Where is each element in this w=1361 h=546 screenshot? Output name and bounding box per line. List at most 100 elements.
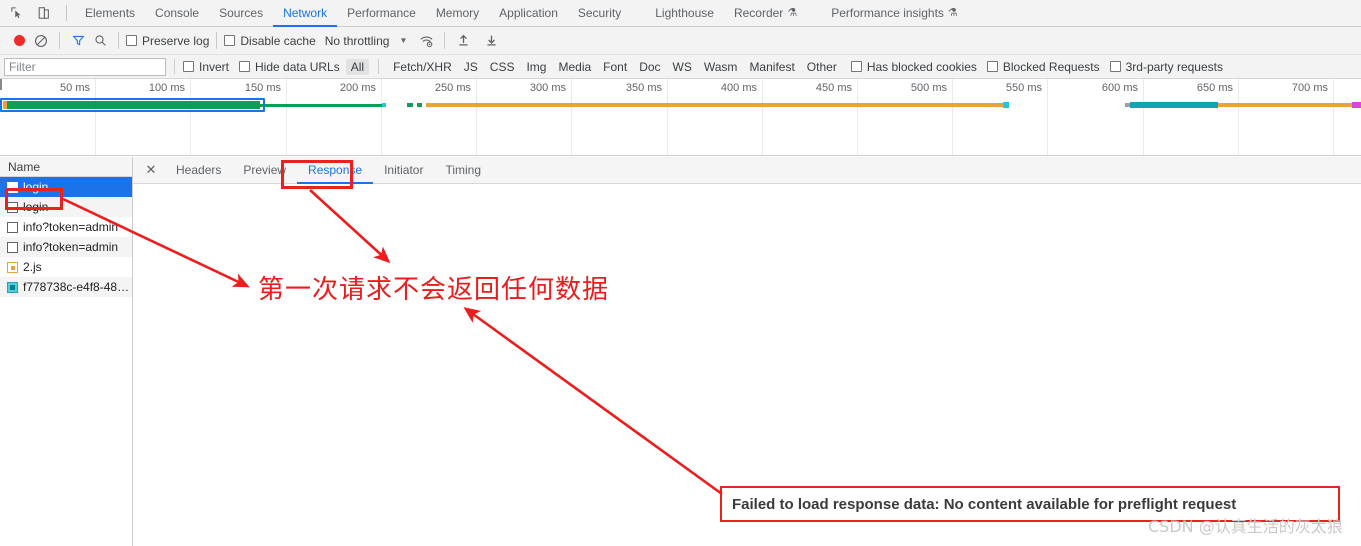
- tab-performance[interactable]: Performance: [337, 0, 426, 27]
- tab-label: Console: [155, 6, 200, 20]
- timeline-tick-label: 650 ms: [1196, 82, 1233, 94]
- throttling-select-value[interactable]: No throttling: [325, 34, 390, 48]
- tab-label: Lighthouse: [655, 6, 714, 20]
- tab-memory[interactable]: Memory: [426, 0, 489, 27]
- request-row[interactable]: f778738c-e4f8-48…: [0, 277, 132, 297]
- timeline-tick-label: 50 ms: [60, 82, 90, 94]
- record-dot-icon: [13, 35, 25, 46]
- request-list-pane: Name login login info?token=admin info?toke…: [0, 157, 133, 546]
- filter-type-wasm[interactable]: Wasm: [699, 59, 743, 75]
- network-overview-timeline[interactable]: 50 ms 100 ms 150 ms 200 ms 250 ms 300 ms 350 m…: [0, 79, 1361, 156]
- third-party-requests-checkbox[interactable]: 3rd-party requests: [1109, 59, 1223, 74]
- request-row[interactable]: info?token=admin: [0, 237, 132, 257]
- tab-label: Performance: [347, 6, 416, 20]
- export-har-icon[interactable]: [480, 30, 502, 52]
- network-conditions-icon[interactable]: [415, 30, 437, 52]
- tab-lighthouse[interactable]: Lighthouse: [645, 0, 724, 27]
- request-name: info?token=admin: [23, 220, 119, 234]
- filter-type-font[interactable]: Font: [598, 59, 632, 75]
- checkbox-box: [850, 61, 862, 72]
- response-body-empty: [133, 185, 1361, 546]
- invert-checkbox[interactable]: Invert: [183, 60, 229, 74]
- timeline-origin-marker: [0, 79, 2, 90]
- blocked-requests-label: Blocked Requests: [1002, 59, 1100, 74]
- tab-sources[interactable]: Sources: [209, 0, 273, 27]
- tab-console[interactable]: Console: [145, 0, 209, 27]
- script-wait-band: [260, 104, 382, 107]
- timeline-tick-label: 100 ms: [148, 82, 185, 94]
- timeline-gridline: [762, 79, 763, 155]
- tab-headers[interactable]: Headers: [165, 157, 232, 184]
- column-header-name: Name: [8, 159, 41, 174]
- xhr-request-band: [426, 103, 1004, 107]
- device-toolbar-icon[interactable]: [33, 3, 55, 23]
- hide-data-urls-checkbox[interactable]: Hide data URLs: [239, 60, 340, 74]
- filter-type-media[interactable]: Media: [553, 59, 596, 75]
- flask-icon: ⚗: [947, 6, 958, 19]
- tab-recorder[interactable]: Recorder ⚗: [724, 0, 807, 27]
- preserve-log-checkbox[interactable]: Preserve log: [126, 34, 209, 48]
- tab-security[interactable]: Security: [568, 0, 631, 27]
- filter-type-css[interactable]: CSS: [485, 59, 520, 75]
- timeline-tick-label: 400 ms: [720, 82, 757, 94]
- filter-type-other[interactable]: Other: [802, 59, 842, 75]
- filter-type-ws[interactable]: WS: [668, 59, 697, 75]
- timeline-gridline: [667, 79, 668, 155]
- clear-button[interactable]: [30, 30, 52, 52]
- timeline-tick-label: 350 ms: [625, 82, 662, 94]
- disable-cache-checkbox[interactable]: Disable cache: [224, 34, 316, 48]
- request-name: f778738c-e4f8-48…: [23, 280, 130, 294]
- timeline-gridline: [476, 79, 477, 155]
- tab-network[interactable]: Network: [273, 0, 338, 27]
- devtools-tool-icons: [0, 3, 75, 23]
- third-party-requests-label: 3rd-party requests: [1125, 59, 1223, 74]
- filter-type-fetch-xhr[interactable]: Fetch/XHR: [388, 59, 457, 75]
- request-detail-tabs: ✕ Headers Preview Response Initiator Tim…: [133, 157, 1361, 184]
- request-row[interactable]: login: [0, 197, 132, 217]
- filter-divider-1: [174, 59, 175, 74]
- request-row[interactable]: 2.js: [0, 257, 132, 277]
- timeline-tick-label: 550 ms: [1005, 82, 1042, 94]
- checkbox-box: [224, 35, 236, 46]
- inspect-element-icon[interactable]: [6, 3, 28, 23]
- tab-elements[interactable]: Elements: [75, 0, 145, 27]
- filter-type-doc[interactable]: Doc: [634, 59, 665, 75]
- filter-toggle-icon[interactable]: [67, 30, 89, 52]
- checkbox-box: [986, 61, 998, 72]
- devtools-window: Elements Console Sources Network Perform…: [0, 0, 1361, 546]
- network-filter-row: Invert Hide data URLs All Fetch/XHR JS C…: [0, 55, 1361, 79]
- has-blocked-cookies-checkbox[interactable]: Has blocked cookies: [850, 60, 977, 74]
- tab-initiator[interactable]: Initiator: [373, 157, 434, 184]
- tab-performance-insights[interactable]: Performance insights ⚗: [821, 0, 968, 27]
- image-load-band: [1130, 102, 1218, 108]
- timeline-selection-window[interactable]: [0, 98, 265, 112]
- javascript-icon: [7, 261, 18, 273]
- filter-type-js[interactable]: JS: [459, 59, 483, 75]
- request-row[interactable]: info?token=admin: [0, 217, 132, 237]
- filter-type-manifest[interactable]: Manifest: [744, 59, 799, 75]
- tab-response[interactable]: Response: [297, 157, 374, 184]
- filter-input[interactable]: [4, 57, 166, 76]
- tail-band: [1218, 103, 1356, 107]
- blocked-requests-checkbox[interactable]: Blocked Requests: [986, 59, 1100, 74]
- tab-label: Elements: [85, 6, 136, 20]
- chevron-down-icon[interactable]: ▼: [399, 36, 407, 45]
- checkbox-box: [239, 61, 251, 72]
- request-row[interactable]: login: [0, 177, 132, 197]
- timeline-gridline: [95, 79, 96, 155]
- request-name: login: [23, 200, 49, 214]
- filter-type-all[interactable]: All: [345, 58, 370, 75]
- request-name: info?token=admin: [23, 240, 119, 254]
- timeline-tick-label: 150 ms: [244, 82, 281, 94]
- filter-divider-2: [378, 59, 380, 74]
- close-icon[interactable]: ✕: [141, 160, 161, 180]
- filter-type-img[interactable]: Img: [521, 59, 551, 75]
- tab-timing[interactable]: Timing: [434, 157, 492, 184]
- tab-label: Security: [577, 6, 622, 20]
- search-icon[interactable]: [89, 30, 111, 52]
- tab-preview[interactable]: Preview: [232, 157, 297, 184]
- checkbox-box: [1109, 61, 1121, 72]
- import-har-icon[interactable]: [452, 30, 474, 52]
- tab-application[interactable]: Application: [489, 0, 568, 27]
- record-button[interactable]: [8, 30, 30, 52]
